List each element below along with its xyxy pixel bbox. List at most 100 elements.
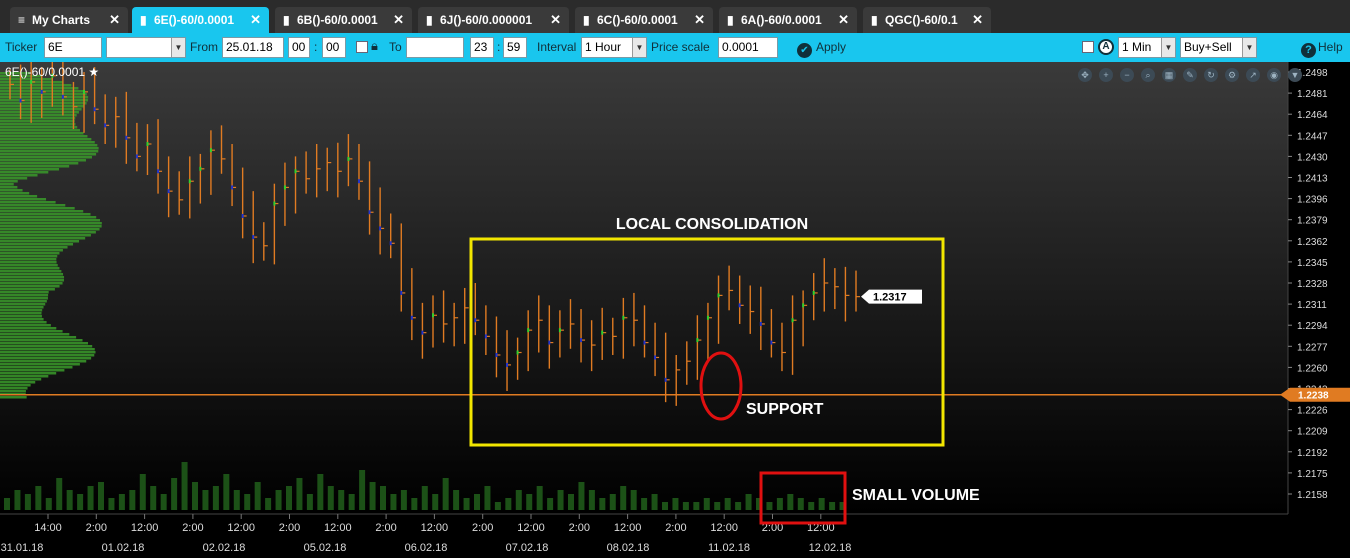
profile-bar xyxy=(0,378,42,381)
profile-bar xyxy=(0,357,92,360)
check-icon: ✔ xyxy=(797,43,812,58)
profile-bar xyxy=(0,159,86,162)
profile-bar xyxy=(0,240,80,243)
price-bar-accent xyxy=(622,315,625,320)
gear-icon[interactable]: ⚙ xyxy=(1225,68,1239,82)
profile-bar xyxy=(0,87,79,90)
from-label: From xyxy=(190,40,218,54)
expand-icon[interactable]: ↗ xyxy=(1246,68,1260,82)
profile-bar xyxy=(0,321,47,324)
time-separator: : xyxy=(497,40,501,54)
from-hour-input[interactable]: 00 xyxy=(288,37,310,58)
chevron-down-icon[interactable]: ▼ xyxy=(171,38,185,57)
lock-icon[interactable]: 🔒︎ xyxy=(371,38,378,54)
ticker-select[interactable]: ▼ xyxy=(106,37,186,58)
interval-label: Interval xyxy=(537,40,577,54)
profile-bar xyxy=(0,285,60,288)
close-icon[interactable]: ✕ xyxy=(972,7,983,33)
volume-bar xyxy=(192,482,198,510)
ticker-label: Ticker xyxy=(5,40,38,54)
profile-bar xyxy=(0,162,79,165)
to-label: To xyxy=(389,40,402,54)
tab-qgc[interactable]: ▮ QGC()-60/0.1 ✕ xyxy=(863,7,991,33)
close-icon[interactable]: ✕ xyxy=(393,7,404,33)
camera-icon[interactable]: ◉ xyxy=(1267,68,1281,82)
price-tick-label: 1.2277 xyxy=(1297,342,1328,353)
price-chart[interactable]: 1.24981.24811.24641.24471.24301.24131.23… xyxy=(0,50,1350,558)
to-hour-input[interactable]: 23 xyxy=(470,37,494,58)
zoom-in-icon[interactable]: + xyxy=(1099,68,1113,82)
profile-bar xyxy=(0,246,68,249)
zoom-icon[interactable]: ⌕ xyxy=(1141,68,1155,82)
price-bar-accent xyxy=(252,235,255,240)
chevron-down-icon[interactable]: ▼ xyxy=(1161,38,1175,57)
close-icon[interactable]: ✕ xyxy=(838,7,849,33)
close-icon[interactable]: ✕ xyxy=(550,7,561,33)
close-icon[interactable]: ✕ xyxy=(250,7,261,33)
zoom-out-icon[interactable]: − xyxy=(1120,68,1134,82)
annotation-support-label: SUPPORT xyxy=(746,401,824,418)
option-checkbox[interactable] xyxy=(1082,41,1094,53)
to-enable-checkbox[interactable] xyxy=(356,41,368,53)
chevron-down-icon[interactable]: ▼ xyxy=(1288,68,1302,82)
time-tick-label: 12:00 xyxy=(614,522,642,534)
profile-bar xyxy=(0,345,93,348)
profile-bar xyxy=(0,267,60,270)
profile-bar xyxy=(0,336,77,339)
tab-label: 6J()-60/0.000001 xyxy=(440,13,533,27)
from-min-input[interactable]: 00 xyxy=(322,37,346,58)
side-select[interactable]: Buy+Sell ▼ xyxy=(1180,37,1257,58)
chevron-down-icon[interactable]: ▼ xyxy=(632,38,646,57)
timeframe-select[interactable]: 1 Min ▼ xyxy=(1118,37,1176,58)
price-bar-accent xyxy=(421,330,424,335)
help-label: Help xyxy=(1318,40,1343,54)
ticker-input[interactable]: 6E xyxy=(44,37,102,58)
date-tick-label: 11.02.18 xyxy=(708,542,750,554)
tab-6c[interactable]: ▮ 6C()-60/0.0001 ✕ xyxy=(575,7,713,33)
price-bar-accent xyxy=(706,315,709,320)
from-date-input[interactable]: 25.01.18 xyxy=(222,37,284,58)
tab-6b[interactable]: ▮ 6B()-60/0.0001 ✕ xyxy=(275,7,412,33)
time-tick-label: 2:00 xyxy=(665,522,686,534)
volume-bar xyxy=(160,494,167,510)
auto-icon[interactable]: A xyxy=(1098,39,1114,55)
chart-area[interactable]: 1.2498 1.2481 1.2464 1.2447 1.2430 1.2413 1.23… xyxy=(0,50,1350,558)
tab-6j[interactable]: ▮ 6J()-60/0.000001 ✕ xyxy=(418,7,569,33)
close-icon[interactable]: ✕ xyxy=(694,7,705,33)
to-date-input[interactable] xyxy=(406,37,464,58)
draw-icon[interactable]: ✎ xyxy=(1183,68,1197,82)
time-separator: : xyxy=(314,40,318,54)
price-scale-input[interactable]: 0.0001 xyxy=(718,37,778,58)
volume-bar xyxy=(108,498,115,510)
tab-label: 6A()-60/0.0001 xyxy=(741,13,822,27)
tab-my-charts[interactable]: ≡ My Charts ✕ xyxy=(10,7,128,33)
profile-bar xyxy=(0,318,44,321)
profile-bar xyxy=(0,225,102,228)
price-bar-accent xyxy=(368,210,371,215)
price-tick-label: 1.2464 xyxy=(1297,110,1328,121)
tab-6a[interactable]: ▮ 6A()-60/0.0001 ✕ xyxy=(719,7,857,33)
tab-6e[interactable]: ▮ 6E()-60/0.0001 ✕ xyxy=(132,7,269,33)
move-icon[interactable]: ✥ xyxy=(1078,68,1092,82)
volume-bar xyxy=(787,494,794,510)
profile-bar xyxy=(0,213,91,216)
chart-title-text: 6E()-60/0.0001 xyxy=(5,65,86,79)
refresh-icon[interactable]: ↻ xyxy=(1204,68,1218,82)
to-min-input[interactable]: 59 xyxy=(503,37,527,58)
star-icon[interactable]: ★ xyxy=(88,65,99,79)
close-icon[interactable]: ✕ xyxy=(109,7,120,33)
profile-bar xyxy=(0,330,63,333)
profile-bar xyxy=(0,264,58,267)
price-bar-accent xyxy=(601,330,604,335)
help-button[interactable]: ? Help xyxy=(1301,40,1343,58)
volume-bar xyxy=(662,502,668,510)
volume-bar xyxy=(714,502,721,510)
interval-select[interactable]: 1 Hour ▼ xyxy=(581,37,647,58)
price-tick-label: 1.2481 xyxy=(1297,89,1328,100)
chevron-down-icon[interactable]: ▼ xyxy=(1242,38,1256,57)
price-bar-accent xyxy=(580,338,583,343)
grid-icon[interactable]: ▦ xyxy=(1162,68,1176,82)
volume-bar xyxy=(317,474,324,510)
apply-button[interactable]: ✔ Apply xyxy=(797,40,846,58)
date-tick-label: 12.02.18 xyxy=(809,542,852,554)
